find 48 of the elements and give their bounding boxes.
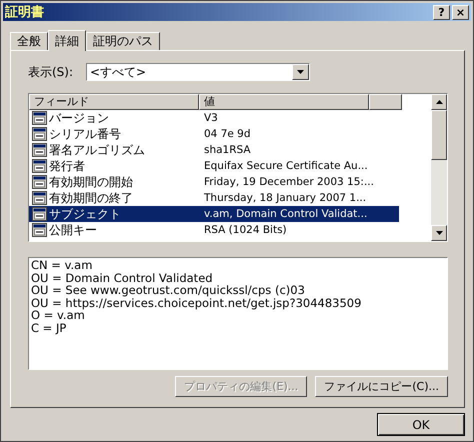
scroll-up-icon bbox=[436, 100, 442, 104]
field-cell[interactable]: バージョン bbox=[29, 110, 199, 126]
detail-text-box[interactable]: CN = v.am OU = Domain Control Validated OU = See www.geotrust.com/quickssl/cps (c)03 OU = https://services.choicepoint.net/get.jsp?304483509 O = v.am C = JP bbox=[28, 257, 448, 370]
field-icon bbox=[32, 159, 47, 173]
field-cell[interactable]: サブジェクト bbox=[29, 206, 199, 222]
tab[interactable]: 全般 bbox=[10, 32, 48, 50]
close-button[interactable]: × bbox=[452, 4, 469, 20]
value-cell[interactable]: sha1RSA bbox=[199, 142, 399, 158]
tab[interactable]: 証明のパス bbox=[86, 32, 160, 50]
field-cell[interactable]: 公開キー bbox=[29, 222, 199, 238]
tab[interactable]: 詳細 bbox=[48, 30, 86, 51]
value-cell[interactable]: Equifax Secure Certificate Au... bbox=[199, 158, 399, 174]
window-title: 証明書 bbox=[5, 4, 45, 21]
value-cell[interactable]: v.am, Domain Control Validat... bbox=[199, 206, 399, 222]
scroll-down-icon bbox=[436, 231, 442, 235]
show-dropdown[interactable]: <すべて> bbox=[86, 63, 310, 81]
field-icon bbox=[32, 143, 47, 157]
scrollbar[interactable] bbox=[431, 94, 447, 241]
detail-line: OU = https://services.choicepoint.net/get.jsp?304483509 bbox=[31, 296, 362, 309]
value-cell[interactable]: 04 7e 9d bbox=[199, 126, 399, 142]
field-icon bbox=[32, 127, 47, 141]
help-button[interactable]: ? bbox=[433, 4, 450, 20]
column-header[interactable]: 値 bbox=[199, 94, 369, 110]
detail-line: OU = See www.geotrust.com/quickssl/cps (c)03 bbox=[31, 284, 306, 296]
value-cell[interactable]: Thursday, 18 January 2007 1... bbox=[199, 190, 399, 206]
field-icon bbox=[32, 207, 47, 221]
value-cell[interactable]: V3 bbox=[199, 110, 399, 126]
field-cell[interactable]: シリアル番号 bbox=[29, 126, 199, 142]
detail-line: CN = v.am bbox=[31, 259, 94, 272]
ok-button[interactable]: OK bbox=[377, 413, 465, 436]
detail-line: C = JP bbox=[31, 322, 68, 334]
column-header[interactable]: フィールド bbox=[29, 94, 199, 110]
dropdown-arrow-icon bbox=[297, 70, 304, 74]
field-icon bbox=[32, 111, 47, 125]
show-label: 表示(S): bbox=[28, 64, 74, 80]
field-cell[interactable]: 署名アルゴリズム bbox=[29, 142, 199, 158]
field-icon bbox=[32, 175, 47, 189]
column-header[interactable] bbox=[369, 94, 402, 110]
field-cell[interactable]: 有効期間の開始 bbox=[29, 174, 199, 190]
value-cell[interactable]: Friday, 19 December 2003 15:... bbox=[199, 174, 399, 190]
field-cell[interactable]: 有効期間の終了 bbox=[29, 190, 199, 206]
action-button[interactable]: ファイルにコピー(C)... bbox=[315, 376, 448, 397]
value-cell[interactable]: RSA (1024 Bits) bbox=[199, 222, 399, 238]
field-icon bbox=[32, 223, 47, 237]
detail-line: O = v.am bbox=[31, 309, 85, 322]
field-cell[interactable]: 発行者 bbox=[29, 158, 199, 174]
detail-line: OU = Domain Control Validated bbox=[31, 272, 214, 284]
field-icon bbox=[32, 191, 47, 205]
